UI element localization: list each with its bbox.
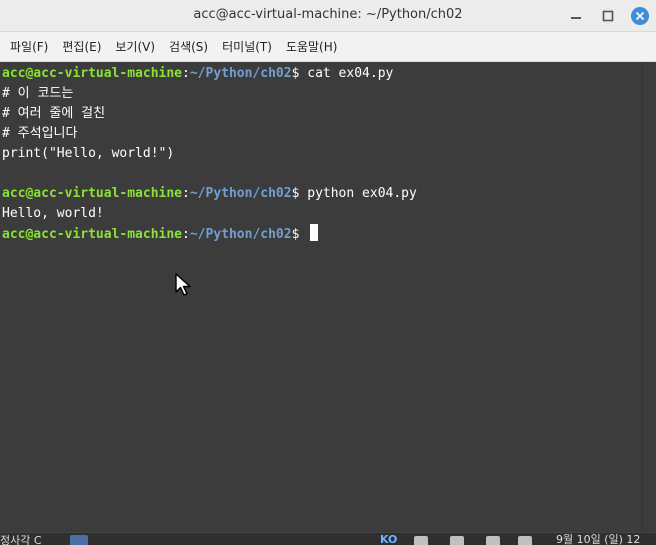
menu-help[interactable]: 도움말(H) xyxy=(279,32,345,62)
prompt-symbol: $ xyxy=(291,227,308,242)
prompt-separator: : xyxy=(182,186,190,201)
terminal-scrollbar[interactable] xyxy=(642,62,656,532)
network-icon[interactable] xyxy=(486,536,500,545)
terminal-output-line: # 이 코드는 xyxy=(2,86,74,101)
menu-search[interactable]: 검색(S) xyxy=(162,32,215,62)
terminal-output-line: # 여러 줄에 걸친 xyxy=(2,106,106,121)
terminal-line-cmd2: acc@acc-virtual-machine:~/Python/ch02$ p… xyxy=(2,184,417,204)
volume-icon[interactable] xyxy=(518,536,532,545)
shield-icon[interactable] xyxy=(450,536,464,545)
command-text: cat ex04.py xyxy=(307,66,394,81)
terminal-window: acc@acc-virtual-machine: ~/Python/ch02 파… xyxy=(0,0,656,532)
command-text: python ex04.py xyxy=(307,186,417,201)
prompt-path: ~/Python/ch02 xyxy=(189,186,292,201)
prompt-user-host: acc@acc-virtual-machine xyxy=(2,66,183,81)
maximize-button[interactable] xyxy=(598,6,618,26)
menu-view[interactable]: 보기(V) xyxy=(108,32,162,62)
taskbar: 정사각 C KO 9월 10일 (일) 12 xyxy=(0,532,656,545)
terminal-area[interactable]: acc@acc-virtual-machine:~/Python/ch02$ c… xyxy=(0,62,642,532)
maximize-icon xyxy=(602,10,614,22)
terminal-output-line: Hello, world! xyxy=(2,206,104,221)
text-cursor xyxy=(310,224,319,241)
prompt-separator: : xyxy=(182,227,190,242)
close-icon xyxy=(631,7,649,25)
prompt-symbol: $ xyxy=(291,66,308,81)
terminal-app-icon[interactable] xyxy=(70,535,88,545)
prompt-separator: : xyxy=(182,66,190,81)
prompt-user-host: acc@acc-virtual-machine xyxy=(2,186,183,201)
prompt-path: ~/Python/ch02 xyxy=(189,66,292,81)
menu-edit[interactable]: 편집(E) xyxy=(55,32,108,62)
prompt-symbol: $ xyxy=(291,186,308,201)
minimize-icon xyxy=(571,17,581,19)
terminal-output-line: # 주석입니다 xyxy=(2,126,78,141)
keyboard-layout-indicator[interactable]: KO xyxy=(380,533,397,545)
terminal-line-cmd1: acc@acc-virtual-machine:~/Python/ch02$ c… xyxy=(2,64,393,84)
terminal-line-prompt: acc@acc-virtual-machine:~/Python/ch02$ xyxy=(2,224,319,244)
close-button[interactable] xyxy=(630,6,650,26)
prompt-path: ~/Python/ch02 xyxy=(189,227,292,242)
menu-file[interactable]: 파일(F) xyxy=(3,32,55,62)
menu-bar: 파일(F) 편집(E) 보기(V) 검색(S) 터미널(T) 도움말(H) xyxy=(0,32,656,62)
minimize-button[interactable] xyxy=(566,6,586,26)
taskbar-label: 정사각 C xyxy=(0,534,42,545)
clipboard-icon[interactable] xyxy=(414,536,428,545)
mouse-pointer-icon xyxy=(174,272,194,298)
prompt-user-host: acc@acc-virtual-machine xyxy=(2,227,183,242)
menu-terminal[interactable]: 터미널(T) xyxy=(215,32,279,62)
clock[interactable]: 9월 10일 (일) 12 xyxy=(556,533,640,545)
title-bar[interactable]: acc@acc-virtual-machine: ~/Python/ch02 xyxy=(0,0,656,32)
terminal-output-line: print("Hello, world!") xyxy=(2,146,175,161)
window-title: acc@acc-virtual-machine: ~/Python/ch02 xyxy=(193,7,463,22)
